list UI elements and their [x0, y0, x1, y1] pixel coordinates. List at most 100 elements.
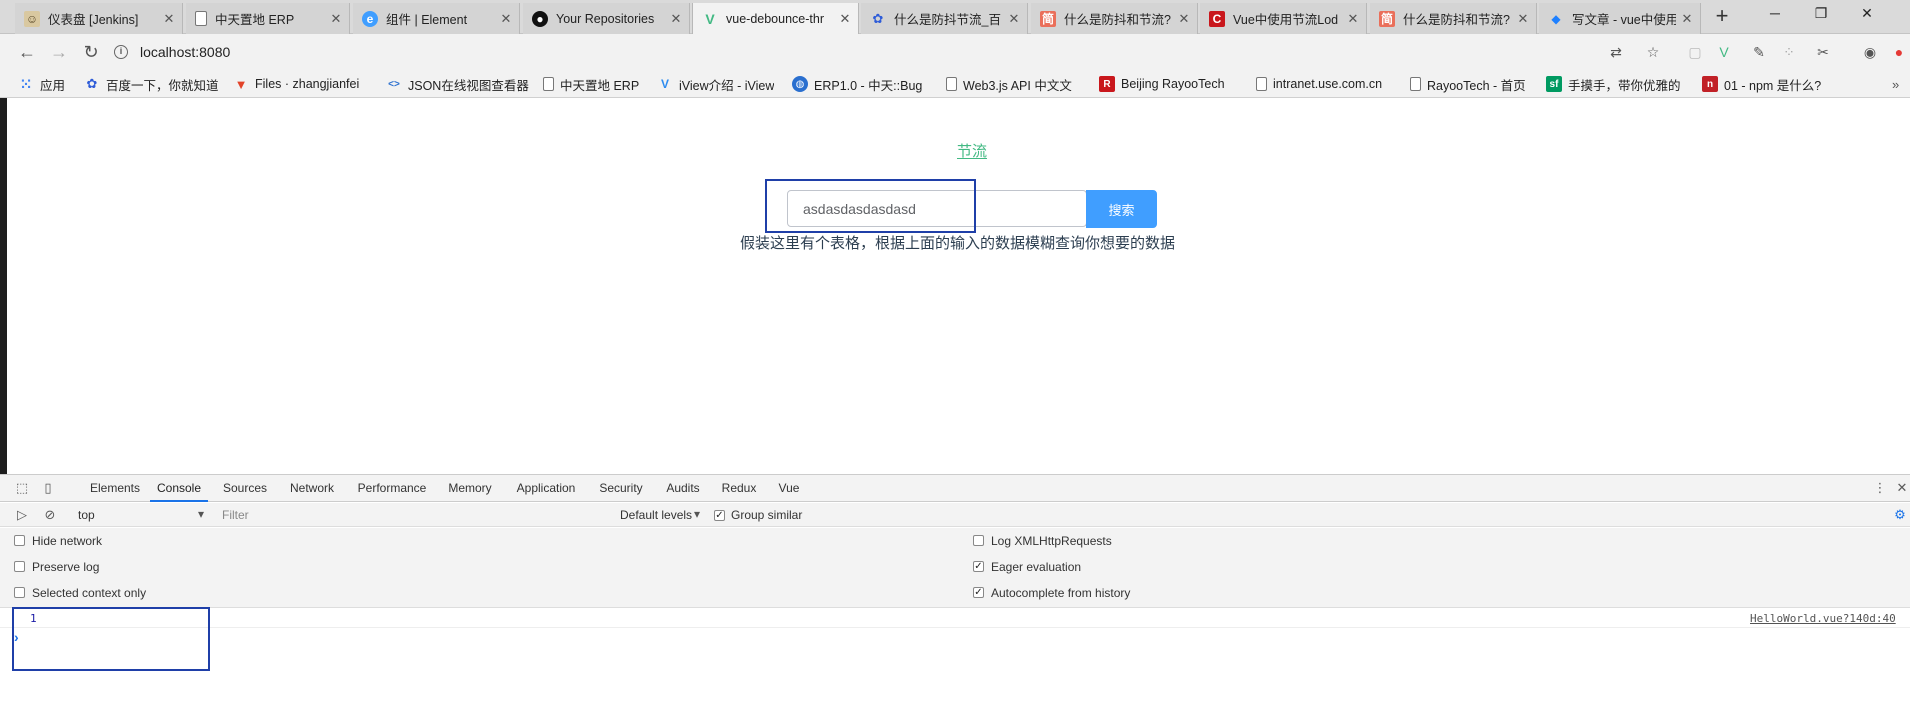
- sidebar-toggle-icon[interactable]: ▷: [14, 507, 30, 523]
- bookmark-apps[interactable]: ⁙ 应用: [18, 75, 65, 93]
- bookmark-segmentfault[interactable]: sf 手摸手，带你优雅的: [1546, 75, 1700, 93]
- log-source-link[interactable]: HelloWorld.vue?140d:40: [1750, 612, 1896, 625]
- autocomplete-history-checkbox[interactable]: ✓: [973, 587, 984, 598]
- jenkins-icon: ☺: [24, 10, 40, 27]
- chevron-down-icon[interactable]: ▾: [198, 507, 204, 521]
- inspect-icon[interactable]: ⬚: [14, 480, 30, 496]
- tab-jianshu-2[interactable]: 简 什么是防抖和节流? ✕: [1370, 3, 1537, 34]
- translate-icon[interactable]: ⇄: [1607, 43, 1625, 61]
- minimize-button[interactable]: ─: [1752, 0, 1798, 28]
- reload-button[interactable]: ↻: [80, 42, 102, 64]
- tab-github[interactable]: ● Your Repositories ✕: [523, 3, 690, 34]
- info-icon[interactable]: i: [114, 45, 128, 59]
- tab-csdn[interactable]: C Vue中使用节流Lod ✕: [1200, 3, 1367, 34]
- preserve-log-checkbox[interactable]: [14, 561, 25, 572]
- address-bar[interactable]: i localhost:8080: [114, 39, 230, 65]
- more-options-icon[interactable]: ⋮: [1872, 480, 1888, 496]
- vue-devtools-icon[interactable]: V: [1715, 43, 1733, 61]
- highlight-box: [12, 607, 210, 671]
- tab-vue-debounce[interactable]: V vue-debounce-thr ✕: [692, 3, 859, 35]
- forward-button[interactable]: →: [48, 42, 70, 64]
- bookmark-web3[interactable]: Web3.js API 中文文: [946, 75, 1090, 93]
- clear-console-icon[interactable]: ⊘: [42, 507, 58, 523]
- close-icon[interactable]: ✕: [499, 11, 513, 27]
- jianshu-icon: 简: [1379, 10, 1395, 27]
- close-icon[interactable]: ✕: [1007, 11, 1021, 27]
- bookmark-intranet[interactable]: intranet.use.com.cn: [1256, 75, 1382, 93]
- log-xhr-label: Log XMLHttpRequests: [991, 534, 1112, 548]
- page-icon: [1410, 77, 1421, 91]
- filter-input[interactable]: Filter: [222, 508, 249, 522]
- bookmark-baidu[interactable]: ✿ 百度一下，你就知道: [84, 75, 234, 93]
- hide-network-checkbox[interactable]: [14, 535, 25, 546]
- back-button[interactable]: ←: [16, 42, 38, 64]
- star-icon[interactable]: ☆: [1644, 43, 1662, 61]
- tab-security[interactable]: Security: [592, 475, 650, 502]
- npm-icon: n: [1702, 76, 1718, 92]
- tab-baidu[interactable]: ✿ 什么是防抖节流_百 ✕: [861, 3, 1028, 34]
- csdn-icon: C: [1209, 10, 1225, 27]
- bookmarks-overflow-icon[interactable]: »: [1892, 75, 1899, 93]
- bookmark-bug[interactable]: ◍ ERP1.0 - 中天::Bug: [792, 75, 932, 93]
- tab-sources[interactable]: Sources: [216, 475, 274, 502]
- eager-evaluation-checkbox[interactable]: ✓: [973, 561, 984, 572]
- bookmark-npm[interactable]: n 01 - npm 是什么?: [1702, 75, 1821, 93]
- close-icon[interactable]: ✕: [1346, 11, 1360, 27]
- tab-vue[interactable]: Vue: [770, 475, 808, 502]
- bookmark-gitlab[interactable]: ▼ Files · zhangjianfei: [233, 75, 375, 93]
- tab-element[interactable]: e 组件 | Element ✕: [353, 3, 520, 34]
- levels-select[interactable]: Default levels: [620, 508, 692, 522]
- close-icon[interactable]: ✕: [838, 11, 852, 27]
- tab-elements[interactable]: Elements: [82, 475, 148, 502]
- search-button[interactable]: 搜索: [1086, 190, 1157, 228]
- extension-icon[interactable]: ▢: [1686, 43, 1704, 61]
- github-icon: ●: [532, 10, 548, 27]
- page-title: 节流: [957, 142, 988, 160]
- close-icon[interactable]: ✕: [162, 11, 176, 27]
- tab-application[interactable]: Application: [508, 475, 584, 502]
- tab-juejin[interactable]: ◆ 写文章 - vue中使用 ✕: [1539, 3, 1701, 34]
- bookmarks-bar: ⁙ 应用 ✿ 百度一下，你就知道 ▼ Files · zhangjianfei …: [0, 70, 1910, 98]
- close-devtools-icon[interactable]: ✕: [1894, 480, 1910, 496]
- tab-memory[interactable]: Memory: [440, 475, 500, 502]
- url-text[interactable]: localhost:8080: [140, 44, 230, 60]
- tab-jianshu-1[interactable]: 简 什么是防抖和节流? ✕: [1031, 3, 1198, 34]
- eyedropper-icon[interactable]: ✎: [1750, 43, 1768, 61]
- bookmark-rayoo-home[interactable]: RayooTech - 首页: [1410, 75, 1526, 93]
- tab-console[interactable]: Console: [150, 475, 208, 502]
- new-tab-button[interactable]: +: [1705, 5, 1739, 29]
- bookmark-iview[interactable]: V iView介绍 - iView: [657, 75, 774, 93]
- group-similar-checkbox[interactable]: ✓: [714, 510, 725, 521]
- tab-audits[interactable]: Audits: [658, 475, 708, 502]
- bookmark-json[interactable]: <> JSON在线视图查看器: [386, 75, 534, 93]
- tab-redux[interactable]: Redux: [716, 475, 762, 502]
- baidu-icon: ✿: [86, 76, 98, 91]
- vue-icon: V: [705, 11, 715, 27]
- bookmark-rayoo[interactable]: R Beijing RayooTech: [1099, 75, 1237, 93]
- device-toolbar-icon[interactable]: ▯: [40, 480, 56, 496]
- close-window-button[interactable]: ✕: [1844, 0, 1890, 28]
- selected-context-checkbox[interactable]: [14, 587, 25, 598]
- close-icon[interactable]: ✕: [329, 11, 343, 27]
- bookmark-erp[interactable]: 中天置地 ERP: [543, 75, 639, 93]
- selected-context-label: Selected context only: [32, 586, 147, 600]
- notification-icon[interactable]: ●: [1890, 43, 1908, 61]
- tab-jenkins[interactable]: ☺ 仪表盘 [Jenkins] ✕: [15, 3, 183, 34]
- group-similar-label: Group similar: [731, 508, 803, 522]
- tab-erp[interactable]: 中天置地 ERP ✕: [186, 3, 350, 34]
- context-select[interactable]: top: [78, 508, 95, 522]
- tab-network[interactable]: Network: [282, 475, 342, 502]
- close-icon[interactable]: ✕: [1516, 11, 1530, 27]
- profile-icon[interactable]: ◉: [1861, 43, 1879, 61]
- settings-gear-icon[interactable]: ⚙: [1892, 507, 1908, 523]
- eager-evaluation-label: Eager evaluation: [991, 560, 1082, 574]
- chevron-down-icon[interactable]: ▾: [694, 507, 700, 521]
- tab-performance[interactable]: Performance: [351, 475, 433, 502]
- close-icon[interactable]: ✕: [1177, 11, 1191, 27]
- extension-icon[interactable]: ✂: [1814, 43, 1832, 61]
- close-icon[interactable]: ✕: [669, 11, 683, 27]
- restore-button[interactable]: ❐: [1798, 0, 1844, 28]
- close-icon[interactable]: ✕: [1680, 11, 1694, 27]
- extension-icon[interactable]: ⁘: [1780, 43, 1798, 61]
- log-xhr-checkbox[interactable]: [973, 535, 984, 546]
